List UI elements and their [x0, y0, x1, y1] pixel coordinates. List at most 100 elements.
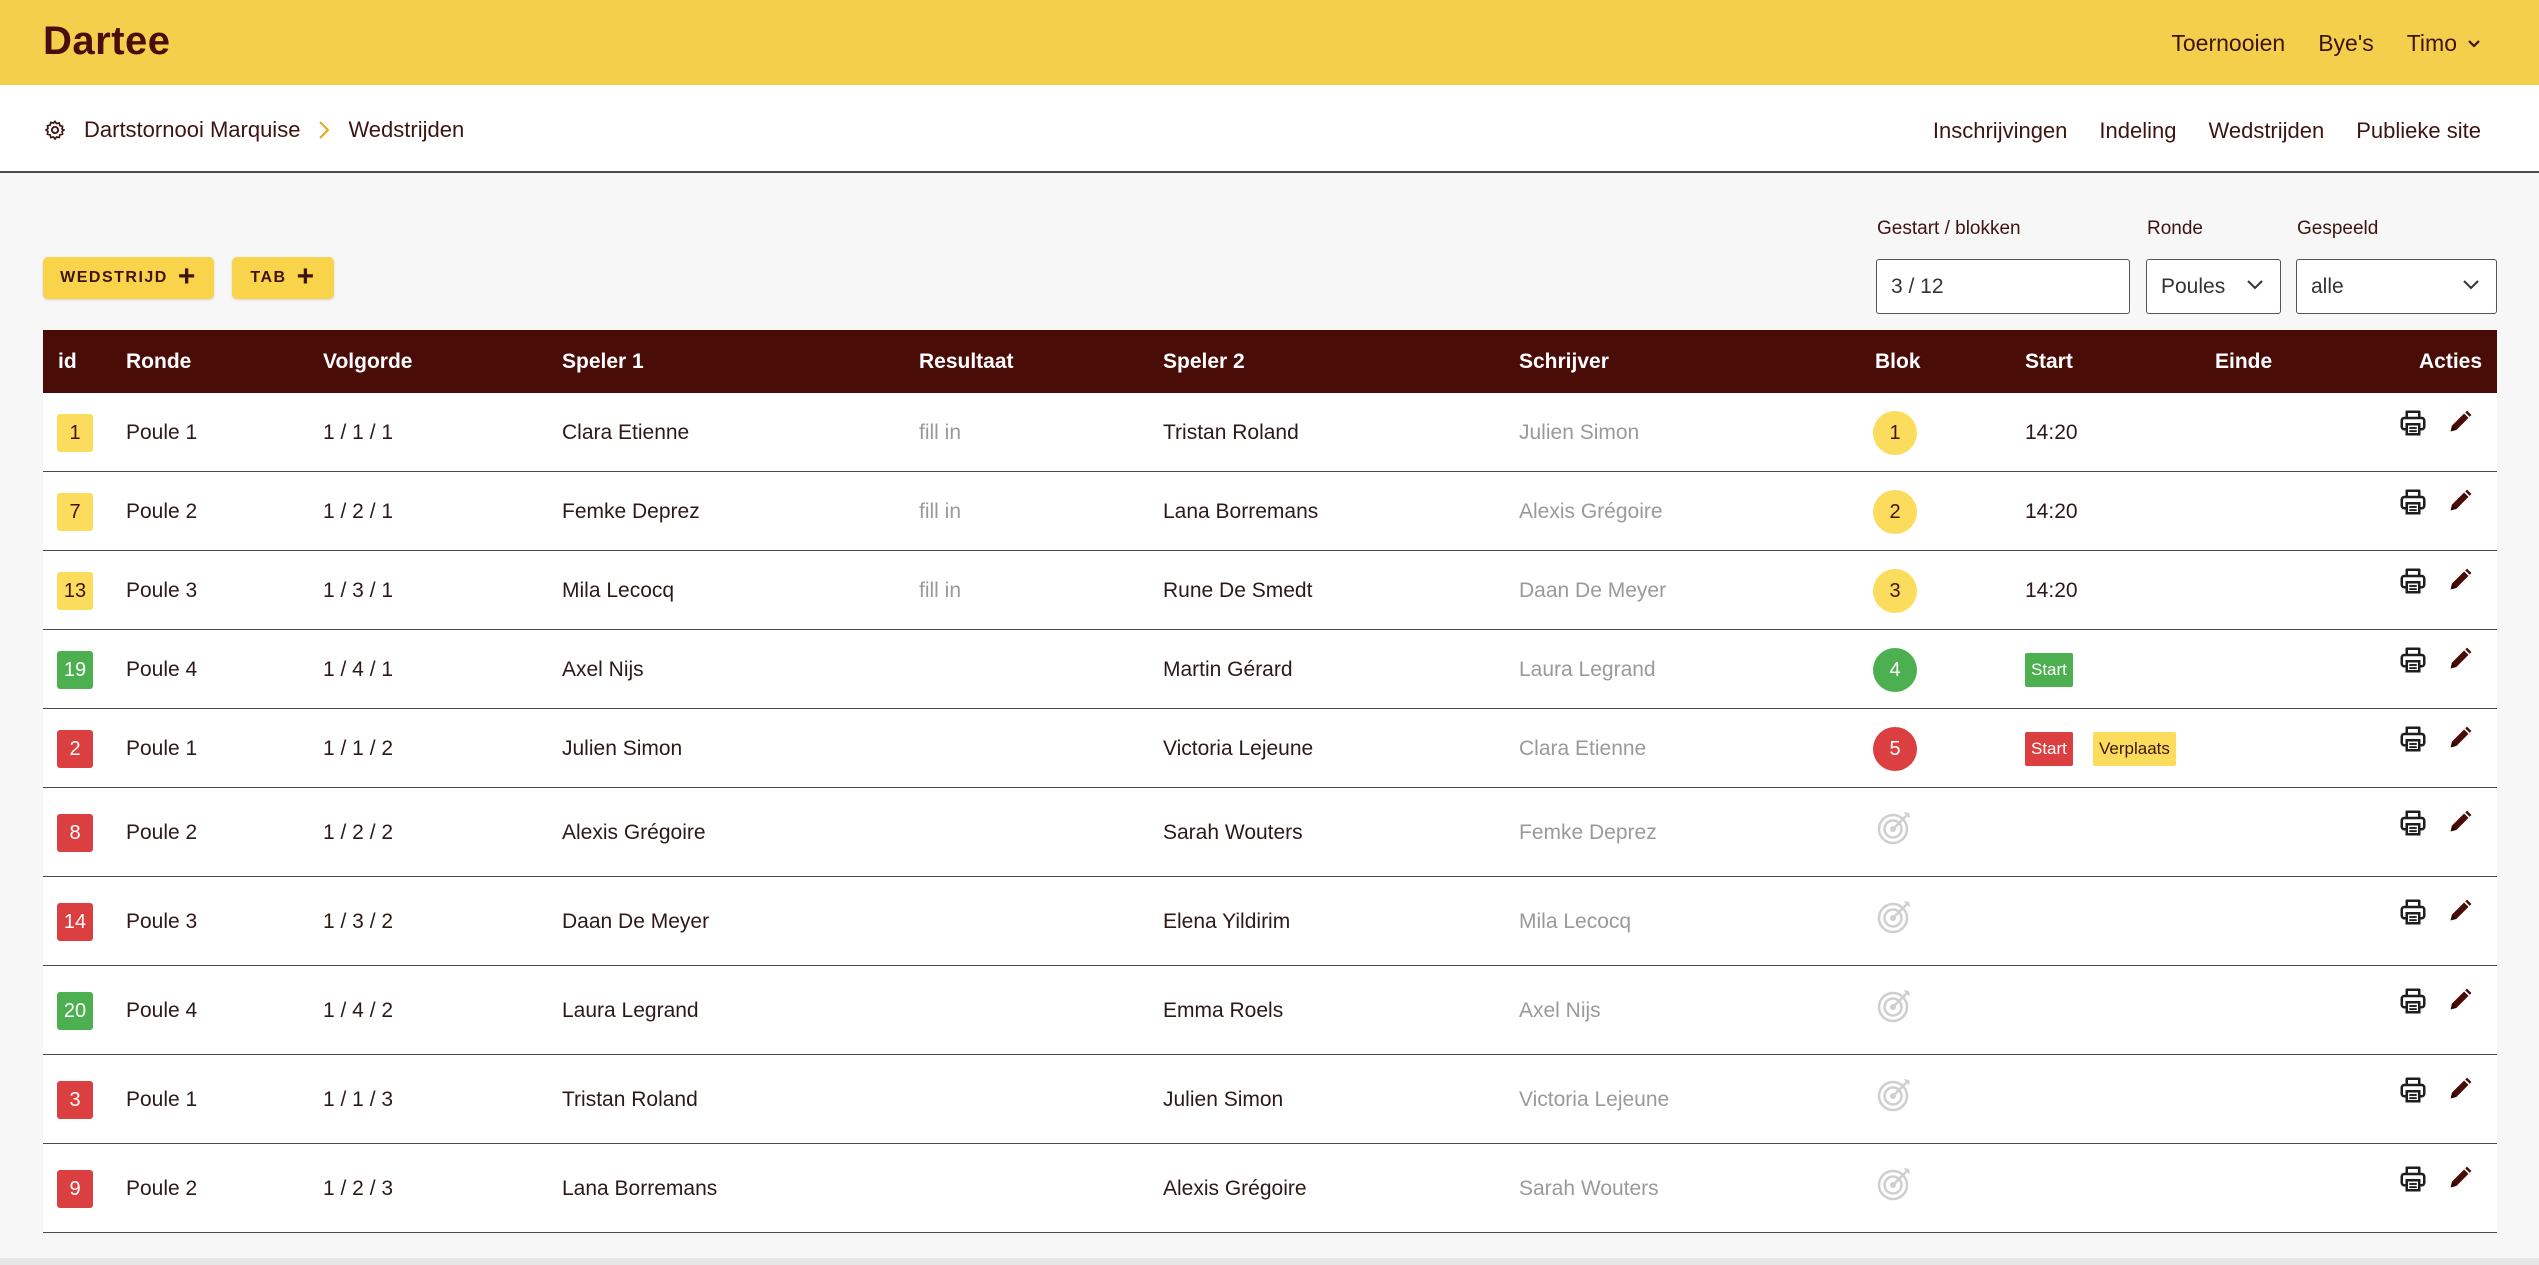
table-row: 7 Poule 2 1 / 2 / 1 Femke Deprez fill in Lana… [43, 472, 2497, 551]
subnav-indeling[interactable]: Indeling [2099, 118, 2176, 144]
blok-badge[interactable]: 4 [1873, 648, 1917, 692]
edit-pencil-icon[interactable] [2446, 1075, 2474, 1108]
played-select[interactable]: alle [2296, 259, 2497, 314]
dartboard-icon[interactable] [1873, 1072, 1917, 1116]
breadcrumb-tournament[interactable]: Dartstornooi Marquise [84, 117, 300, 143]
table-row: 14 Poule 3 1 / 3 / 2 Daan De Meyer Elena Yil… [43, 877, 2497, 966]
subnav-publieke-site[interactable]: Publieke site [2356, 118, 2481, 144]
table-row: 2 Poule 1 1 / 1 / 2 Julien Simon Victoria Le… [43, 709, 2497, 788]
cell-ronde: Poule 1 [126, 1088, 198, 1111]
edit-pencil-icon[interactable] [2446, 408, 2474, 441]
result-fill-in[interactable]: fill in [919, 579, 961, 603]
gear-icon[interactable] [44, 119, 66, 141]
edit-pencil-icon[interactable] [2446, 897, 2474, 930]
plus-icon: + [177, 260, 197, 293]
cell-schrijver: Mila Lecocq [1519, 910, 1632, 933]
started-label: Gestart / blokken [1877, 218, 2021, 239]
nav-tournaments[interactable]: Toernooien [2171, 30, 2285, 57]
add-tab-label: TAB [250, 269, 287, 286]
cell-volgorde: 1 / 4 / 1 [323, 658, 394, 681]
print-icon[interactable] [2398, 724, 2428, 759]
blok-badge[interactable]: 2 [1873, 490, 1917, 534]
edit-pencil-icon[interactable] [2446, 487, 2474, 520]
user-menu[interactable]: Timo [2407, 30, 2481, 57]
edit-pencil-icon[interactable] [2446, 566, 2474, 599]
start-button[interactable]: Start [2025, 732, 2073, 766]
dartboard-icon[interactable] [1873, 983, 1917, 1027]
header-speler2[interactable]: Speler 2 [1163, 350, 1245, 374]
header-id[interactable]: id [58, 350, 77, 374]
print-icon[interactable] [2398, 1075, 2428, 1110]
cell-volgorde: 1 / 2 / 2 [323, 821, 394, 844]
blok-badge[interactable]: 5 [1873, 727, 1917, 771]
edit-pencil-icon[interactable] [2446, 1164, 2474, 1197]
table-row: 13 Poule 3 1 / 3 / 1 Mila Lecocq fill in Rune… [43, 551, 2497, 630]
edit-pencil-icon[interactable] [2446, 724, 2474, 757]
dartboard-icon[interactable] [1873, 805, 1917, 849]
print-icon[interactable] [2398, 487, 2428, 522]
cell-speler2: Victoria Lejeune [1163, 737, 1314, 760]
start-button[interactable]: Start [2025, 653, 2073, 687]
add-tab-button[interactable]: TAB + [232, 257, 334, 299]
horizontal-scrollbar[interactable] [0, 1258, 2539, 1265]
print-icon[interactable] [2398, 645, 2428, 680]
move-button[interactable]: Verplaats [2093, 732, 2176, 766]
cell-speler2: Sarah Wouters [1163, 821, 1303, 844]
header-resultaat[interactable]: Resultaat [919, 350, 1014, 374]
cell-schrijver: Axel Nijs [1519, 999, 1601, 1022]
round-select[interactable]: Poules [2146, 259, 2281, 314]
plus-icon: + [296, 260, 316, 293]
cell-schrijver: Julien Simon [1519, 421, 1640, 444]
print-icon[interactable] [2398, 808, 2428, 843]
print-icon[interactable] [2398, 408, 2428, 443]
edit-pencil-icon[interactable] [2446, 986, 2474, 1019]
edit-pencil-icon[interactable] [2446, 808, 2474, 841]
result-fill-in[interactable]: fill in [919, 500, 961, 524]
brand-logo[interactable]: Dartee [43, 19, 171, 64]
chevron-down-icon [2468, 39, 2480, 48]
nav-byes[interactable]: Bye's [2318, 30, 2374, 57]
match-id-badge: 2 [57, 730, 93, 768]
cell-ronde: Poule 2 [126, 500, 198, 523]
table-row: 1 Poule 1 1 / 1 / 1 Clara Etienne fill in Tri… [43, 393, 2497, 472]
edit-pencil-icon[interactable] [2446, 645, 2474, 678]
header-volgorde[interactable]: Volgorde [323, 350, 412, 374]
add-match-button[interactable]: WEDSTRIJD + [43, 257, 214, 299]
cell-ronde: Poule 1 [126, 421, 198, 444]
cell-speler1: Daan De Meyer [562, 910, 710, 933]
blok-badge[interactable]: 3 [1873, 569, 1917, 613]
header-schrijver[interactable]: Schrijver [1519, 350, 1609, 374]
subnav-inschrijvingen[interactable]: Inschrijvingen [1933, 118, 2068, 144]
print-icon[interactable] [2398, 897, 2428, 932]
cell-ronde: Poule 2 [126, 1177, 198, 1200]
print-icon[interactable] [2398, 566, 2428, 601]
table-row: 3 Poule 1 1 / 1 / 3 Tristan Roland Julien Si… [43, 1055, 2497, 1144]
header-acties: Acties [2419, 350, 2483, 373]
sub-bar: Dartstornooi Marquise Wedstrijden Inschr… [0, 85, 2539, 173]
cell-speler2: Martin Gérard [1163, 658, 1293, 681]
header-speler1[interactable]: Speler 1 [562, 350, 644, 374]
match-id-badge: 3 [57, 1081, 93, 1119]
cell-schrijver: Daan De Meyer [1519, 579, 1667, 602]
played-label: Gespeeld [2297, 218, 2379, 239]
header-start[interactable]: Start [2025, 350, 2073, 374]
print-icon[interactable] [2398, 986, 2428, 1021]
dartboard-icon[interactable] [1873, 894, 1917, 938]
header-ronde[interactable]: Ronde [126, 350, 191, 374]
dartboard-icon[interactable] [1873, 1161, 1917, 1205]
result-fill-in[interactable]: fill in [919, 421, 961, 445]
print-icon[interactable] [2398, 1164, 2428, 1199]
top-nav: Toernooien Bye's Timo [2171, 30, 2481, 57]
cell-ronde: Poule 3 [126, 910, 198, 933]
match-id-badge: 19 [57, 651, 93, 689]
header-einde[interactable]: Einde [2215, 350, 2272, 374]
cell-schrijver: Clara Etienne [1519, 737, 1647, 760]
started-input[interactable]: 3 / 12 [1876, 259, 2130, 314]
cell-speler2: Tristan Roland [1163, 421, 1299, 444]
blok-badge[interactable]: 1 [1873, 411, 1917, 455]
header-blok[interactable]: Blok [1875, 350, 1921, 374]
table-row: 9 Poule 2 1 / 2 / 3 Lana Borremans Alexis Gr… [43, 1144, 2497, 1233]
table-header: id Ronde Volgorde Speler 1 Resultaat Spe… [43, 330, 2497, 393]
cell-speler1: Mila Lecocq [562, 579, 675, 602]
subnav-wedstrijden[interactable]: Wedstrijden [2208, 118, 2324, 144]
